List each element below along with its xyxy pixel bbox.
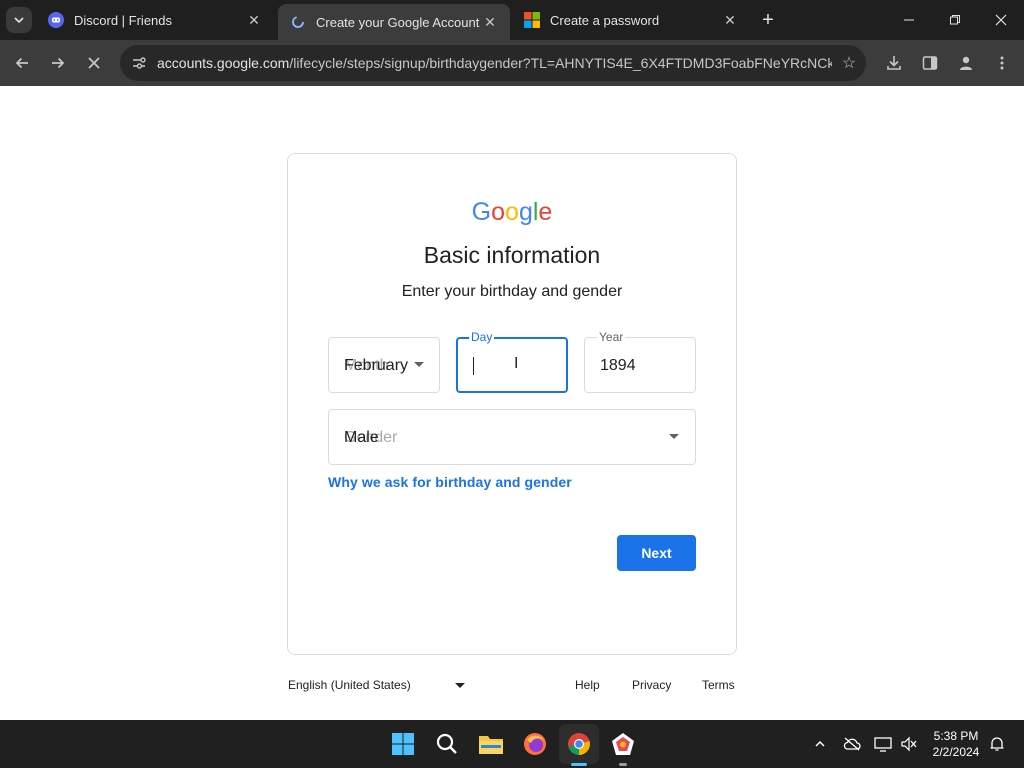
arrow-left-icon — [15, 57, 28, 69]
new-tab-button[interactable]: + — [756, 8, 780, 32]
side-panel-button[interactable] — [916, 49, 944, 77]
signup-card: Google Basic information Enter your birt… — [287, 153, 737, 655]
arrow-right-icon — [52, 57, 65, 69]
why-birthday-gender-link[interactable]: Why we ask for birthday and gender — [328, 474, 572, 490]
page-content: Google Basic information Enter your birt… — [0, 86, 1024, 720]
tab-title: Discord | Friends — [74, 12, 173, 28]
file-explorer-icon[interactable] — [475, 728, 507, 760]
text-cursor — [473, 357, 474, 375]
taskbar: 5:38 PM 2/2/2024 — [0, 720, 1024, 768]
menu-button[interactable] — [988, 49, 1016, 77]
search-icon[interactable] — [431, 728, 463, 760]
side-panel-icon — [922, 56, 938, 70]
restore-icon — [950, 15, 960, 25]
privacy-link[interactable]: Privacy — [632, 678, 671, 692]
chevron-down-icon — [669, 434, 679, 439]
minimize-icon — [904, 19, 914, 21]
discord-icon — [48, 12, 64, 28]
tab-discord[interactable]: Discord | Friends ✕ — [36, 0, 274, 40]
chevron-up-icon[interactable] — [809, 734, 831, 754]
chevron-down-icon — [14, 17, 24, 24]
app-icon[interactable] — [607, 728, 639, 760]
network-icon[interactable] — [872, 734, 894, 754]
terms-link[interactable]: Terms — [702, 678, 735, 692]
profile-button[interactable] — [952, 49, 980, 77]
month-value: February — [344, 357, 409, 374]
cloud-off-icon[interactable] — [841, 734, 863, 754]
stop-loading-button[interactable] — [80, 49, 108, 77]
site-info-icon[interactable] — [124, 48, 154, 78]
forward-button[interactable] — [44, 49, 72, 77]
language-select[interactable]: English (United States) — [288, 678, 411, 692]
next-button[interactable]: Next — [617, 535, 696, 571]
chevron-down-icon — [414, 362, 424, 367]
url-host: accounts.google.com — [157, 55, 290, 71]
tab-title: Create a password — [550, 12, 660, 28]
firefox-icon[interactable] — [519, 728, 551, 760]
notification-bell-icon[interactable] — [986, 734, 1008, 754]
mouse-ibeam-icon: I — [514, 355, 519, 372]
close-tab-icon[interactable]: ✕ — [244, 10, 264, 30]
open-app-indicator — [619, 763, 627, 766]
gender-select[interactable]: Gender Male — [328, 409, 696, 465]
minimize-button[interactable] — [886, 0, 932, 40]
tab-strip: Discord | Friends ✕ Create your Google A… — [0, 0, 1024, 40]
more-vertical-icon — [1000, 56, 1004, 70]
clock-date: 2/2/2024 — [932, 745, 980, 759]
day-label: Day — [469, 330, 495, 344]
windows-start-icon[interactable] — [387, 728, 419, 760]
speaker-muted-icon[interactable] — [898, 734, 920, 754]
year-label: Year — [597, 330, 626, 344]
profile-icon — [960, 56, 972, 70]
system-clock[interactable]: 5:38 PM 2/2/2024 — [928, 728, 984, 760]
page-subtitle: Enter your birthday and gender — [401, 283, 623, 300]
restore-button[interactable] — [932, 0, 978, 40]
close-icon — [995, 14, 1007, 26]
url-text[interactable]: accounts.google.com/lifecycle/steps/sign… — [154, 55, 832, 71]
page-title: Basic information — [423, 242, 601, 268]
clock-time: 5:38 PM — [933, 729, 979, 743]
bookmark-star-icon[interactable]: ☆ — [832, 48, 866, 78]
loading-spinner-icon — [290, 14, 306, 30]
back-button[interactable] — [8, 49, 36, 77]
tab-create-password[interactable]: Create a password ✕ — [512, 0, 750, 40]
day-input[interactable]: Day I — [456, 330, 568, 393]
chevron-down-icon[interactable] — [455, 683, 465, 688]
address-bar[interactable]: accounts.google.com/lifecycle/steps/sign… — [120, 45, 866, 81]
tab-title: Create your Google Account — [316, 14, 480, 30]
help-link[interactable]: Help — [575, 678, 600, 692]
download-icon — [887, 56, 901, 70]
close-window-button[interactable] — [978, 0, 1024, 40]
downloads-button[interactable] — [880, 49, 908, 77]
month-select[interactable]: Month February — [328, 337, 440, 393]
tab-google-account[interactable]: Create your Google Account ✕ — [278, 4, 510, 40]
close-tab-icon[interactable]: ✕ — [480, 12, 500, 32]
google-logo: Google — [471, 198, 553, 226]
gender-value: Male — [344, 429, 379, 446]
tab-search-button[interactable] — [6, 7, 32, 33]
close-icon — [88, 57, 100, 69]
url-path: /lifecycle/steps/signup/birthdaygender?T… — [289, 55, 832, 71]
active-app-indicator — [571, 763, 587, 766]
close-tab-icon[interactable]: ✕ — [720, 10, 740, 30]
year-input[interactable]: Year 1894 — [584, 330, 696, 393]
browser-toolbar: accounts.google.com/lifecycle/steps/sign… — [0, 40, 1024, 86]
year-value: 1894 — [600, 357, 636, 374]
microsoft-icon — [524, 12, 540, 28]
chrome-icon[interactable] — [563, 728, 595, 760]
